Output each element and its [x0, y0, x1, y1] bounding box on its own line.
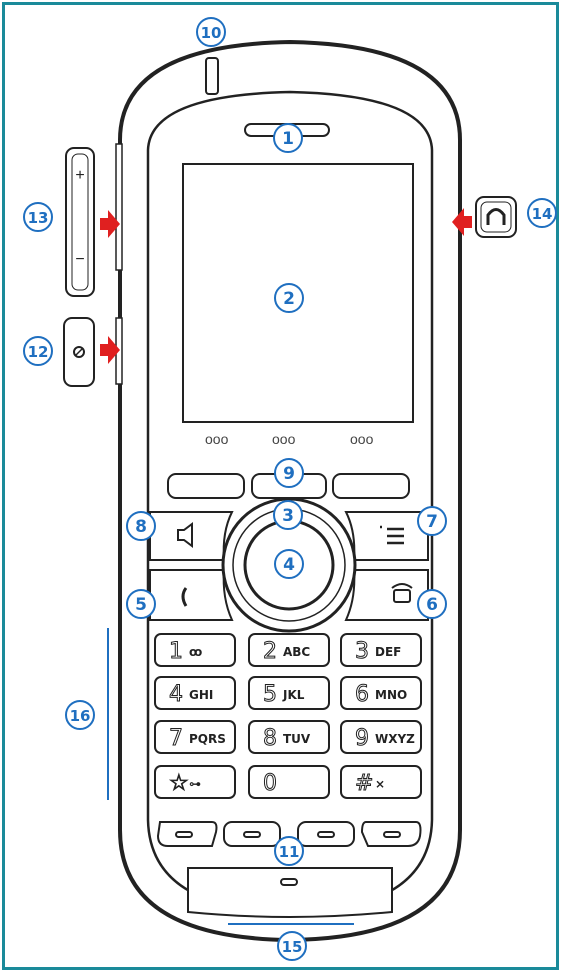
- callout-label-9: 9: [283, 464, 295, 484]
- callout-label-10: 10: [201, 24, 222, 42]
- keypad-digit: 4: [169, 682, 183, 707]
- callout-label-2: 2: [283, 289, 295, 309]
- keypad-letters: MNO: [375, 688, 407, 702]
- callout-label-8: 8: [135, 517, 147, 537]
- keypad-digit: 6: [355, 682, 369, 707]
- volume-side-stub: [115, 143, 123, 271]
- keypad-letters: PQRS: [189, 732, 226, 746]
- keypad-letters: TUV: [283, 732, 311, 746]
- keypad-digit: 1: [169, 639, 183, 664]
- keypad-letters: WXYZ: [375, 732, 415, 746]
- keypad-letters: JKL: [282, 688, 305, 702]
- softkey-left[interactable]: [167, 473, 245, 499]
- keypad-digit: 7: [169, 726, 183, 751]
- bottom-key-3[interactable]: [297, 821, 355, 847]
- keypad-digit: 2: [263, 639, 277, 664]
- keypad-digit: 8: [263, 726, 277, 751]
- keypad-key[interactable]: [248, 765, 330, 799]
- softkey-right[interactable]: [332, 473, 410, 499]
- volume-plus-icon: +: [75, 167, 84, 184]
- keypad-letters: ⊶: [189, 777, 201, 791]
- end-call-key[interactable]: [344, 569, 429, 621]
- callout-label-6: 6: [426, 595, 438, 615]
- headset-jack[interactable]: [475, 196, 517, 238]
- keypad-letters: ⨯: [375, 777, 385, 791]
- callout-label-14: 14: [532, 205, 553, 223]
- callout-label-1: 1: [282, 129, 294, 149]
- dots-center: ooo: [272, 431, 296, 447]
- callout-label-3: 3: [282, 506, 294, 526]
- keypad-letters: GHI: [189, 688, 213, 702]
- keypad-digit: 5: [263, 682, 277, 707]
- callout-label-15: 15: [282, 938, 303, 956]
- callout-label-11: 11: [279, 843, 300, 861]
- callout-label-7: 7: [426, 512, 438, 532]
- dots-left: ooo: [205, 431, 229, 447]
- keypad-letters: ꝏ: [189, 645, 202, 659]
- bottom-key-1[interactable]: [156, 821, 218, 847]
- keypad-digit: #: [355, 771, 373, 796]
- callout-label-16: 16: [70, 707, 91, 725]
- keypad-digit: ☆: [169, 771, 189, 796]
- volume-minus-icon: −: [75, 251, 84, 268]
- keypad-letters: ABC: [283, 645, 310, 659]
- keypad-digit: 9: [355, 726, 369, 751]
- phone-diagram: ooo ooo ooo 1 ꝏ 2 ABC 3 DEF4 GHI 5 JKL 6 MNO7 PQRS 8…: [23, 17, 557, 961]
- keypad-digit: 0: [263, 771, 277, 796]
- callout-label-12: 12: [28, 343, 49, 361]
- callout-label-5: 5: [135, 595, 147, 615]
- callout-label-13: 13: [28, 209, 49, 227]
- call-key[interactable]: [149, 569, 234, 621]
- bottom-key-4[interactable]: [360, 821, 422, 847]
- led-indicator: [205, 57, 219, 95]
- dots-right: ooo: [350, 431, 374, 447]
- microphone: [280, 878, 298, 886]
- keypad-letters: DEF: [375, 645, 401, 659]
- keypad-digit: 3: [355, 639, 369, 664]
- bottom-connector-area: [187, 867, 393, 918]
- bottom-key-2[interactable]: [223, 821, 281, 847]
- callout-label-4: 4: [283, 555, 295, 575]
